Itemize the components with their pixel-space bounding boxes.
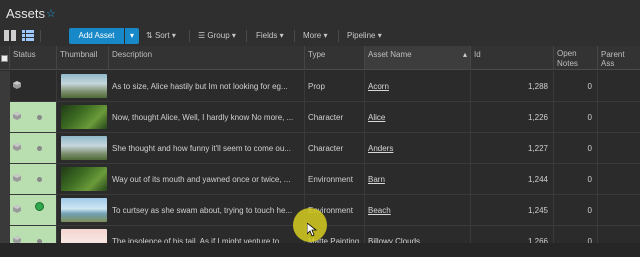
entity-cube-icon: [13, 174, 21, 182]
mouse-pointer-icon: [307, 223, 317, 237]
description-cell[interactable]: As to size, Alice hastily but Im not loo…: [109, 71, 305, 101]
table-row[interactable]: Now, thought Alice, Well, I hardly know …: [0, 102, 640, 133]
add-asset-button[interactable]: Add Asset: [69, 28, 124, 44]
status-approved-icon: [35, 202, 44, 211]
id-cell: 1,288: [471, 71, 554, 101]
type-cell[interactable]: Character: [305, 102, 365, 132]
row-select-cell[interactable]: [0, 102, 10, 132]
more-menu[interactable]: More ▾: [303, 31, 327, 40]
toolbar-divider: [294, 30, 295, 42]
chevron-down-icon: ▾: [231, 31, 236, 40]
asset-name-cell[interactable]: Alice: [365, 102, 471, 132]
type-cell[interactable]: Prop: [305, 71, 365, 101]
select-all-column[interactable]: [0, 46, 10, 70]
table-row[interactable]: She thought and how funny it'll seem to …: [0, 133, 640, 164]
column-header-parent-assets[interactable]: Parent Ass: [598, 46, 640, 70]
status-pending-icon: [37, 146, 42, 151]
parent-assets-cell[interactable]: [598, 133, 640, 163]
description-cell[interactable]: To curtsey as she swam about, trying to …: [109, 195, 305, 225]
row-select-cell[interactable]: [0, 195, 10, 225]
id-cell: 1,245: [471, 195, 554, 225]
type-cell[interactable]: Environment: [305, 164, 365, 194]
grid-view-icon[interactable]: [4, 30, 16, 41]
toolbar: Add Asset ▾ ⇅ Sort ▾ ☰ Group ▾ Fields ▾ …: [0, 26, 640, 46]
thumbnail-image[interactable]: [61, 136, 107, 160]
parent-assets-cell[interactable]: [598, 102, 640, 132]
fields-menu[interactable]: Fields ▾: [256, 31, 284, 40]
status-pending-icon: [37, 177, 42, 182]
sort-ascending-icon: ▴: [462, 50, 467, 59]
page-title: Assets: [6, 6, 46, 21]
column-header-open-notes[interactable]: Open Notes: [554, 46, 598, 70]
open-notes-cell: 0: [554, 102, 598, 132]
parent-assets-cell[interactable]: [598, 164, 640, 194]
table-row[interactable]: Way out of its mouth and yawned once or …: [0, 164, 640, 195]
title-bar: Assets ☆: [0, 0, 640, 26]
parent-assets-cell[interactable]: [598, 195, 640, 225]
chevron-down-icon: ▾: [171, 31, 176, 40]
description-cell[interactable]: Now, thought Alice, Well, I hardly know …: [109, 102, 305, 132]
asset-name-cell[interactable]: Anders: [365, 133, 471, 163]
thumbnail-image[interactable]: [61, 105, 107, 129]
sort-icon: ⇅: [146, 31, 153, 40]
entity-cube-icon: [13, 81, 21, 89]
status-pending-icon: [37, 115, 42, 120]
type-cell[interactable]: Character: [305, 133, 365, 163]
row-select-cell[interactable]: [0, 164, 10, 194]
toolbar-divider: [189, 30, 190, 42]
chevron-down-icon: ▾: [377, 31, 382, 40]
sort-menu[interactable]: ⇅ Sort ▾: [146, 31, 176, 40]
column-header-type[interactable]: Type: [305, 46, 365, 70]
id-cell: 1,244: [471, 164, 554, 194]
entity-cube-icon: [13, 112, 21, 120]
row-select-cell[interactable]: [0, 133, 10, 163]
asset-name-link[interactable]: Beach: [368, 206, 391, 215]
entity-cube-icon: [13, 205, 21, 213]
group-icon: ☰: [198, 31, 206, 40]
add-asset-menu-button[interactable]: ▾: [125, 28, 139, 44]
table-footer: [0, 243, 640, 257]
chevron-down-icon: ▾: [323, 31, 328, 40]
table-row[interactable]: As to size, Alice hastily but Im not loo…: [0, 71, 640, 102]
asset-name-cell[interactable]: Beach: [365, 195, 471, 225]
select-all-checkbox[interactable]: [1, 55, 8, 62]
open-notes-cell: 0: [554, 133, 598, 163]
asset-name-cell[interactable]: Acorn: [365, 71, 471, 101]
entity-cube-icon: [13, 143, 21, 151]
column-header-description[interactable]: Description: [109, 46, 305, 70]
star-icon[interactable]: ☆: [46, 7, 56, 20]
asset-name-cell[interactable]: Barn: [365, 164, 471, 194]
toolbar-divider: [246, 30, 247, 42]
asset-name-link[interactable]: Alice: [368, 113, 385, 122]
open-notes-cell: 0: [554, 71, 598, 101]
pipeline-menu[interactable]: Pipeline ▾: [347, 31, 382, 40]
description-cell[interactable]: Way out of its mouth and yawned once or …: [109, 164, 305, 194]
list-view-icon[interactable]: [22, 30, 34, 41]
id-cell: 1,226: [471, 102, 554, 132]
id-cell: 1,227: [471, 133, 554, 163]
asset-name-link[interactable]: Anders: [368, 144, 393, 153]
asset-name-link[interactable]: Acorn: [368, 82, 389, 91]
thumbnail-image[interactable]: [61, 198, 107, 222]
open-notes-cell: 0: [554, 195, 598, 225]
group-menu[interactable]: ☰ Group ▾: [198, 31, 236, 40]
chevron-down-icon: ▾: [279, 31, 284, 40]
thumbnail-image[interactable]: [61, 167, 107, 191]
description-cell[interactable]: She thought and how funny it'll seem to …: [109, 133, 305, 163]
column-header-status[interactable]: Status: [10, 46, 57, 70]
open-notes-cell: 0: [554, 164, 598, 194]
toolbar-divider: [338, 30, 339, 42]
asset-name-link[interactable]: Barn: [368, 175, 385, 184]
column-header-id[interactable]: Id: [471, 46, 554, 70]
column-header-thumbnail[interactable]: Thumbnail: [57, 46, 109, 70]
toolbar-divider: [40, 30, 41, 42]
column-header-asset-name[interactable]: Asset Name ▴: [365, 46, 471, 70]
parent-assets-cell[interactable]: [598, 71, 640, 101]
thumbnail-image[interactable]: [61, 74, 107, 98]
row-select-cell[interactable]: [0, 71, 10, 101]
